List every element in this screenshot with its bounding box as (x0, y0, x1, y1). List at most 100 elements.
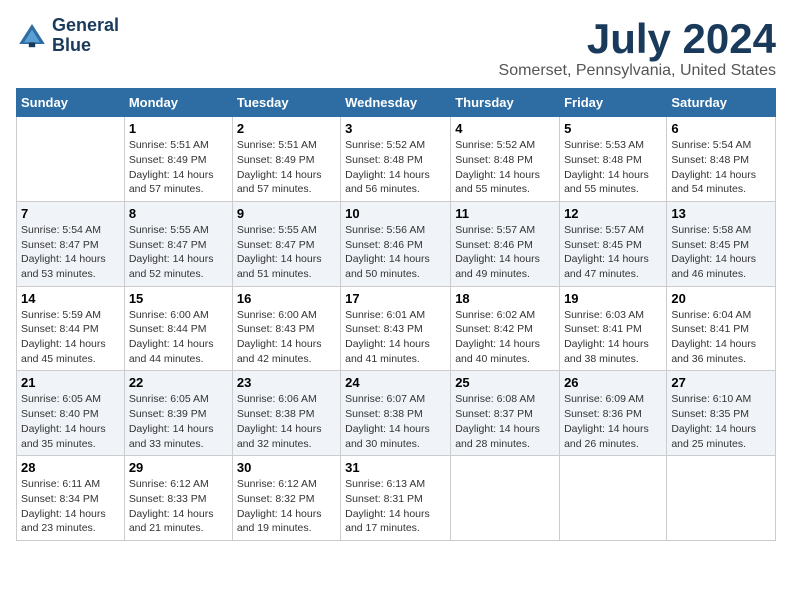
day-number: 29 (129, 460, 228, 475)
calendar-header-row: SundayMondayTuesdayWednesdayThursdayFrid… (17, 89, 776, 117)
subtitle: Somerset, Pennsylvania, United States (499, 62, 776, 80)
day-info: Sunrise: 5:57 AM Sunset: 8:45 PM Dayligh… (564, 223, 662, 282)
day-number: 28 (21, 460, 120, 475)
header-day-sunday: Sunday (17, 89, 125, 117)
day-info: Sunrise: 5:55 AM Sunset: 8:47 PM Dayligh… (129, 223, 228, 282)
calendar-cell: 29 Sunrise: 6:12 AM Sunset: 8:33 PM Dayli… (124, 456, 232, 541)
day-info: Sunrise: 6:05 AM Sunset: 8:39 PM Dayligh… (129, 392, 228, 451)
calendar-cell: 21 Sunrise: 6:05 AM Sunset: 8:40 PM Dayli… (17, 371, 125, 456)
day-number: 24 (345, 375, 446, 390)
calendar-week-row: 1 Sunrise: 5:51 AM Sunset: 8:49 PM Daylig… (17, 117, 776, 202)
day-number: 14 (21, 291, 120, 306)
day-number: 19 (564, 291, 662, 306)
day-info: Sunrise: 6:10 AM Sunset: 8:35 PM Dayligh… (671, 392, 771, 451)
day-number: 12 (564, 206, 662, 221)
day-number: 9 (237, 206, 336, 221)
day-info: Sunrise: 6:07 AM Sunset: 8:38 PM Dayligh… (345, 392, 446, 451)
day-info: Sunrise: 6:08 AM Sunset: 8:37 PM Dayligh… (455, 392, 555, 451)
calendar-cell: 17Sunrise: 6:01 AM Sunset: 8:43 PM Dayli… (341, 286, 451, 371)
calendar-cell: 22 Sunrise: 6:05 AM Sunset: 8:39 PM Dayli… (124, 371, 232, 456)
day-number: 6 (671, 121, 771, 136)
page-header: General Blue July 2024 Somerset, Pennsyl… (16, 16, 776, 80)
day-info: Sunrise: 5:52 AM Sunset: 8:48 PM Dayligh… (455, 138, 555, 197)
title-area: July 2024 Somerset, Pennsylvania, United… (499, 16, 776, 80)
day-number: 21 (21, 375, 120, 390)
day-number: 2 (237, 121, 336, 136)
calendar-cell: 19 Sunrise: 6:03 AM Sunset: 8:41 PM Dayli… (560, 286, 667, 371)
day-info: Sunrise: 6:04 AM Sunset: 8:41 PM Dayligh… (671, 308, 771, 367)
day-info: Sunrise: 6:05 AM Sunset: 8:40 PM Dayligh… (21, 392, 120, 451)
day-info: Sunrise: 6:12 AM Sunset: 8:33 PM Dayligh… (129, 477, 228, 536)
day-info: Sunrise: 5:51 AM Sunset: 8:49 PM Dayligh… (237, 138, 336, 197)
calendar-cell: 25Sunrise: 6:08 AM Sunset: 8:37 PM Dayli… (451, 371, 560, 456)
logo: General Blue (16, 16, 119, 56)
day-info: Sunrise: 6:06 AM Sunset: 8:38 PM Dayligh… (237, 392, 336, 451)
day-number: 11 (455, 206, 555, 221)
calendar-cell (667, 456, 776, 541)
day-info: Sunrise: 6:03 AM Sunset: 8:41 PM Dayligh… (564, 308, 662, 367)
day-number: 16 (237, 291, 336, 306)
day-info: Sunrise: 6:09 AM Sunset: 8:36 PM Dayligh… (564, 392, 662, 451)
day-number: 20 (671, 291, 771, 306)
calendar-week-row: 14 Sunrise: 5:59 AM Sunset: 8:44 PM Dayli… (17, 286, 776, 371)
day-info: Sunrise: 6:11 AM Sunset: 8:34 PM Dayligh… (21, 477, 120, 536)
calendar-cell: 16 Sunrise: 6:00 AM Sunset: 8:43 PM Dayli… (232, 286, 340, 371)
day-number: 5 (564, 121, 662, 136)
day-info: Sunrise: 6:12 AM Sunset: 8:32 PM Dayligh… (237, 477, 336, 536)
calendar-week-row: 7 Sunrise: 5:54 AM Sunset: 8:47 PM Daylig… (17, 201, 776, 286)
calendar-cell (17, 117, 125, 202)
calendar-cell: 7 Sunrise: 5:54 AM Sunset: 8:47 PM Daylig… (17, 201, 125, 286)
calendar-cell: 27 Sunrise: 6:10 AM Sunset: 8:35 PM Dayli… (667, 371, 776, 456)
header-day-wednesday: Wednesday (341, 89, 451, 117)
calendar-cell: 13Sunrise: 5:58 AM Sunset: 8:45 PM Dayli… (667, 201, 776, 286)
logo-line2: Blue (52, 36, 119, 56)
day-number: 1 (129, 121, 228, 136)
day-number: 15 (129, 291, 228, 306)
day-number: 17 (345, 291, 446, 306)
day-info: Sunrise: 6:13 AM Sunset: 8:31 PM Dayligh… (345, 477, 446, 536)
calendar-cell: 28 Sunrise: 6:11 AM Sunset: 8:34 PM Dayli… (17, 456, 125, 541)
day-number: 30 (237, 460, 336, 475)
header-day-tuesday: Tuesday (232, 89, 340, 117)
header-day-thursday: Thursday (451, 89, 560, 117)
day-info: Sunrise: 5:54 AM Sunset: 8:47 PM Dayligh… (21, 223, 120, 282)
day-info: Sunrise: 6:00 AM Sunset: 8:44 PM Dayligh… (129, 308, 228, 367)
calendar-cell: 24 Sunrise: 6:07 AM Sunset: 8:38 PM Dayli… (341, 371, 451, 456)
calendar-cell: 20 Sunrise: 6:04 AM Sunset: 8:41 PM Dayli… (667, 286, 776, 371)
calendar-cell: 12 Sunrise: 5:57 AM Sunset: 8:45 PM Dayli… (560, 201, 667, 286)
day-number: 26 (564, 375, 662, 390)
calendar-cell: 2 Sunrise: 5:51 AM Sunset: 8:49 PM Daylig… (232, 117, 340, 202)
calendar-cell: 10 Sunrise: 5:56 AM Sunset: 8:46 PM Dayli… (341, 201, 451, 286)
calendar-cell: 30 Sunrise: 6:12 AM Sunset: 8:32 PM Dayli… (232, 456, 340, 541)
calendar-cell: 9Sunrise: 5:55 AM Sunset: 8:47 PM Daylig… (232, 201, 340, 286)
main-title: July 2024 (499, 16, 776, 62)
day-number: 22 (129, 375, 228, 390)
calendar-cell: 8Sunrise: 5:55 AM Sunset: 8:47 PM Daylig… (124, 201, 232, 286)
calendar-cell (560, 456, 667, 541)
header-day-monday: Monday (124, 89, 232, 117)
logo-text: General Blue (52, 16, 119, 56)
logo-icon (16, 20, 48, 52)
day-number: 3 (345, 121, 446, 136)
calendar-cell: 1Sunrise: 5:51 AM Sunset: 8:49 PM Daylig… (124, 117, 232, 202)
logo-line1: General (52, 16, 119, 36)
day-info: Sunrise: 5:54 AM Sunset: 8:48 PM Dayligh… (671, 138, 771, 197)
day-info: Sunrise: 5:56 AM Sunset: 8:46 PM Dayligh… (345, 223, 446, 282)
calendar-cell: 15 Sunrise: 6:00 AM Sunset: 8:44 PM Dayli… (124, 286, 232, 371)
day-number: 18 (455, 291, 555, 306)
day-info: Sunrise: 6:00 AM Sunset: 8:43 PM Dayligh… (237, 308, 336, 367)
calendar-cell (451, 456, 560, 541)
day-number: 10 (345, 206, 446, 221)
calendar-cell: 23Sunrise: 6:06 AM Sunset: 8:38 PM Dayli… (232, 371, 340, 456)
header-day-saturday: Saturday (667, 89, 776, 117)
day-number: 31 (345, 460, 446, 475)
day-info: Sunrise: 5:52 AM Sunset: 8:48 PM Dayligh… (345, 138, 446, 197)
day-number: 7 (21, 206, 120, 221)
calendar-cell: 14 Sunrise: 5:59 AM Sunset: 8:44 PM Dayli… (17, 286, 125, 371)
calendar-cell: 3 Sunrise: 5:52 AM Sunset: 8:48 PM Daylig… (341, 117, 451, 202)
calendar-week-row: 28 Sunrise: 6:11 AM Sunset: 8:34 PM Dayli… (17, 456, 776, 541)
day-number: 27 (671, 375, 771, 390)
day-info: Sunrise: 5:59 AM Sunset: 8:44 PM Dayligh… (21, 308, 120, 367)
calendar-cell: 31 Sunrise: 6:13 AM Sunset: 8:31 PM Dayli… (341, 456, 451, 541)
day-info: Sunrise: 6:02 AM Sunset: 8:42 PM Dayligh… (455, 308, 555, 367)
